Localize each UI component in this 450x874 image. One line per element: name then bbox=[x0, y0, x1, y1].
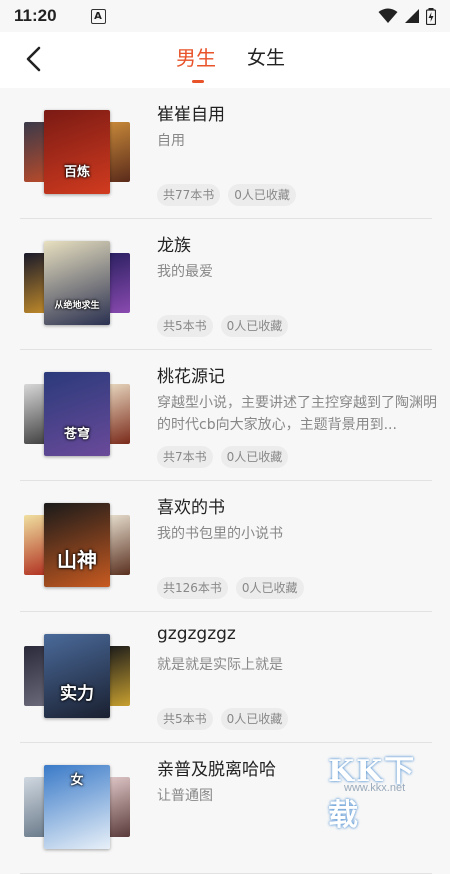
cover-title-art: 山神 bbox=[57, 548, 97, 572]
booklist-title: 崔崔自用 bbox=[157, 105, 225, 125]
booklist-description: 穿越型小说，主要讲述了主控穿越到了陶渊明的时代cb向大家放心，主题背景用到... bbox=[157, 395, 437, 433]
cover-title-art: 苍穹 bbox=[63, 427, 90, 442]
booklist-item[interactable]: 从绝地求生 龙族 我的最爱 共5本书 0人已收藏 bbox=[0, 219, 450, 350]
cover-stack: 百炼 bbox=[24, 110, 134, 198]
book-count-badge: 共5本书 bbox=[157, 315, 213, 337]
back-arrow-icon[interactable] bbox=[20, 44, 50, 74]
status-bar: 11:20 A bbox=[0, 0, 450, 32]
booklist-title: 桃花源记 bbox=[157, 367, 225, 387]
booklist-title: 亲普及脱离哈哈 bbox=[157, 760, 276, 780]
booklist-badges: 共126本书 0人已收藏 bbox=[157, 577, 304, 599]
cover-title-art: 从绝地求生 bbox=[54, 301, 100, 311]
favorites-badge: 0人已收藏 bbox=[220, 708, 289, 730]
booklist-title: 龙族 bbox=[157, 236, 191, 256]
book-cover-front: 苍穹 bbox=[44, 372, 110, 456]
booklist-item[interactable]: 实力 gzgzgzgz 就是就是实际上就是 共5本书 0人已收藏 bbox=[0, 612, 450, 743]
book-count-badge: 共126本书 bbox=[157, 577, 228, 599]
notification-a-icon: A bbox=[90, 8, 106, 24]
book-cover-front: 从绝地求生 bbox=[44, 241, 110, 325]
booklist-badges: 共7本书 0人已收藏 bbox=[157, 446, 289, 468]
booklist-title: 喜欢的书 bbox=[157, 498, 225, 518]
status-icons bbox=[378, 7, 436, 25]
header: 男生 女生 bbox=[0, 32, 450, 88]
tab-male[interactable]: 男生 bbox=[176, 44, 216, 78]
booklist-badges: 共5本书 0人已收藏 bbox=[157, 708, 289, 730]
book-cover-front: 山神 bbox=[44, 503, 110, 587]
signal-icon bbox=[405, 9, 419, 23]
book-cover-front: 女 bbox=[44, 765, 110, 849]
favorites-badge: 0人已收藏 bbox=[220, 315, 289, 337]
booklist-description: 自用 bbox=[157, 133, 185, 149]
cover-stack: 山神 bbox=[24, 503, 134, 591]
favorites-badge: 0人已收藏 bbox=[228, 184, 296, 206]
cover-stack: 苍穹 bbox=[24, 372, 134, 460]
booklist-item[interactable]: 山神 喜欢的书 我的书包里的小说书 共126本书 0人已收藏 bbox=[0, 481, 450, 612]
cover-stack: 实力 bbox=[24, 634, 134, 722]
book-cover-front: 实力 bbox=[44, 634, 110, 718]
booklist-description: 就是就是实际上就是 bbox=[157, 657, 283, 673]
book-count-badge: 共7本书 bbox=[157, 446, 213, 468]
tab-female[interactable]: 女生 bbox=[247, 44, 285, 78]
favorites-badge: 0人已收藏 bbox=[220, 446, 289, 468]
battery-icon bbox=[426, 7, 436, 25]
favorites-badge: 0人已收藏 bbox=[235, 577, 304, 599]
status-time: 11:20 bbox=[14, 6, 57, 25]
cover-stack: 女 bbox=[24, 765, 134, 853]
cover-title-art: 实力 bbox=[60, 684, 94, 704]
booklist-item[interactable]: 百炼 崔崔自用 自用 共77本书 0人已收藏 bbox=[0, 88, 450, 219]
booklist-description: 我的最爱 bbox=[157, 264, 213, 280]
book-count-badge: 共5本书 bbox=[157, 708, 213, 730]
booklist-title: gzgzgzgz bbox=[157, 624, 236, 644]
book-count-badge: 共77本书 bbox=[157, 184, 221, 206]
wifi-icon bbox=[378, 8, 398, 23]
watermark-url: www.kkx.net bbox=[344, 782, 406, 794]
cover-title-art: 百炼 bbox=[63, 165, 90, 180]
booklist-badges: 共77本书 0人已收藏 bbox=[157, 184, 296, 206]
booklist-item[interactable]: 苍穹 桃花源记 穿越型小说，主要讲述了主控穿越到了陶渊明的时代cb向大家放心，主… bbox=[0, 350, 450, 481]
watermark-logo: KK下载 www.kkx.net bbox=[322, 746, 444, 833]
active-tab-indicator bbox=[192, 80, 204, 83]
booklist-badges: 共5本书 0人已收藏 bbox=[157, 315, 289, 337]
book-cover-front: 百炼 bbox=[44, 110, 110, 194]
booklist-description: 我的书包里的小说书 bbox=[157, 526, 283, 542]
cover-title-art: 女 bbox=[70, 773, 84, 788]
cover-stack: 从绝地求生 bbox=[24, 241, 134, 329]
